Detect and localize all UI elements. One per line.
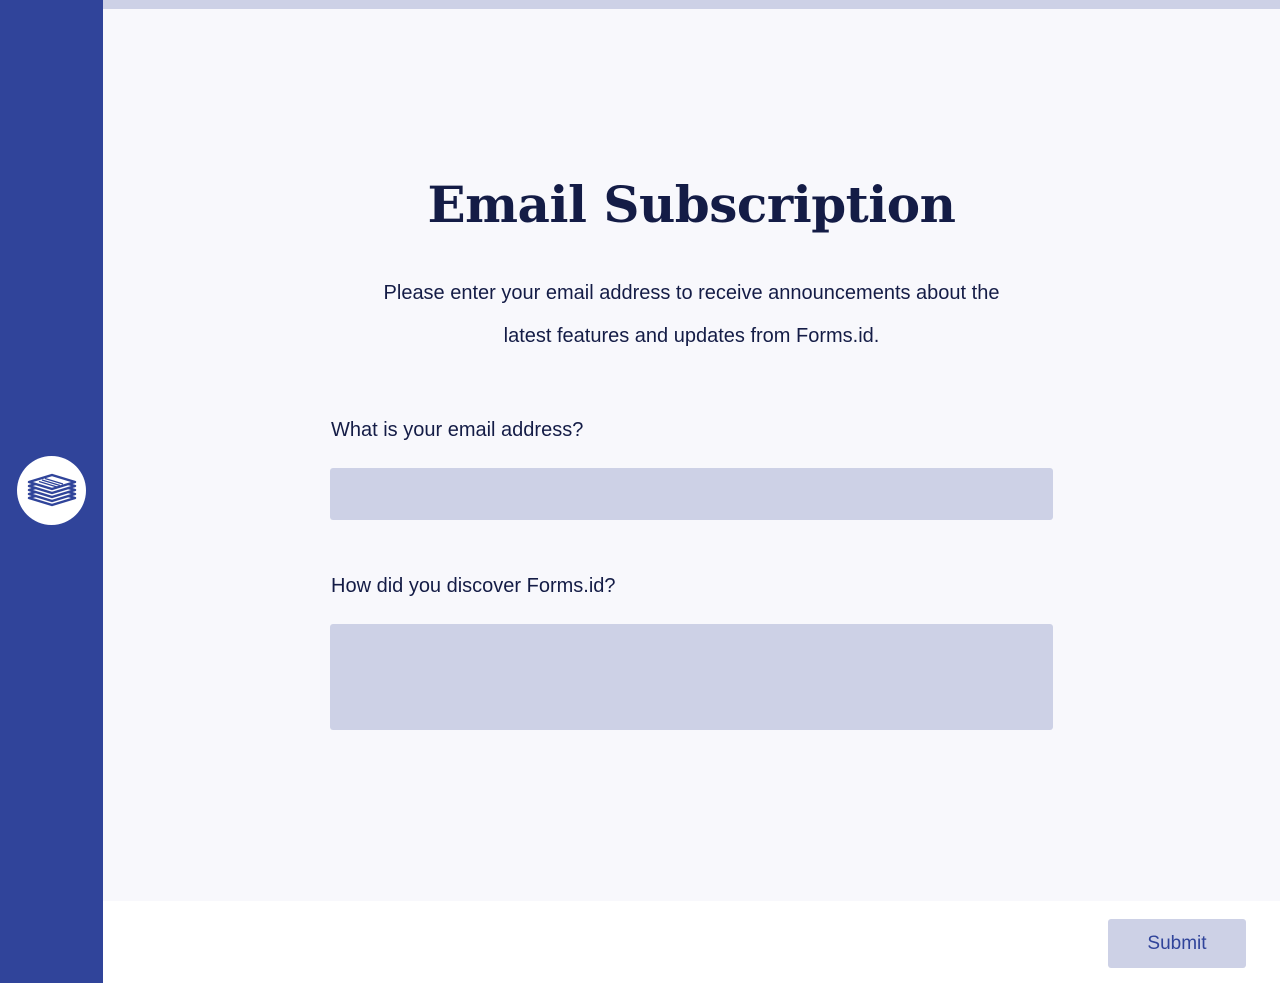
submit-button[interactable]: Submit (1108, 919, 1246, 968)
logo-badge[interactable] (17, 456, 86, 525)
description-line-2: latest features and updates from Forms.i… (503, 325, 880, 347)
sidebar (0, 0, 103, 983)
discover-field-label: How did you discover Forms.id? (331, 575, 616, 597)
email-field-label: What is your email address? (331, 419, 584, 441)
form-content: Email Subscription Please enter your ema… (103, 9, 1280, 901)
form-footer: Submit (103, 901, 1280, 983)
page-title: Email Subscription (427, 175, 956, 234)
form-description: Please enter your email address to recei… (333, 272, 1050, 358)
email-field[interactable] (330, 468, 1053, 520)
description-line-1: Please enter your email address to recei… (383, 282, 1000, 304)
stacked-papers-icon (27, 473, 76, 506)
top-progress-bar (103, 0, 1280, 9)
discover-textarea[interactable] (330, 624, 1053, 730)
